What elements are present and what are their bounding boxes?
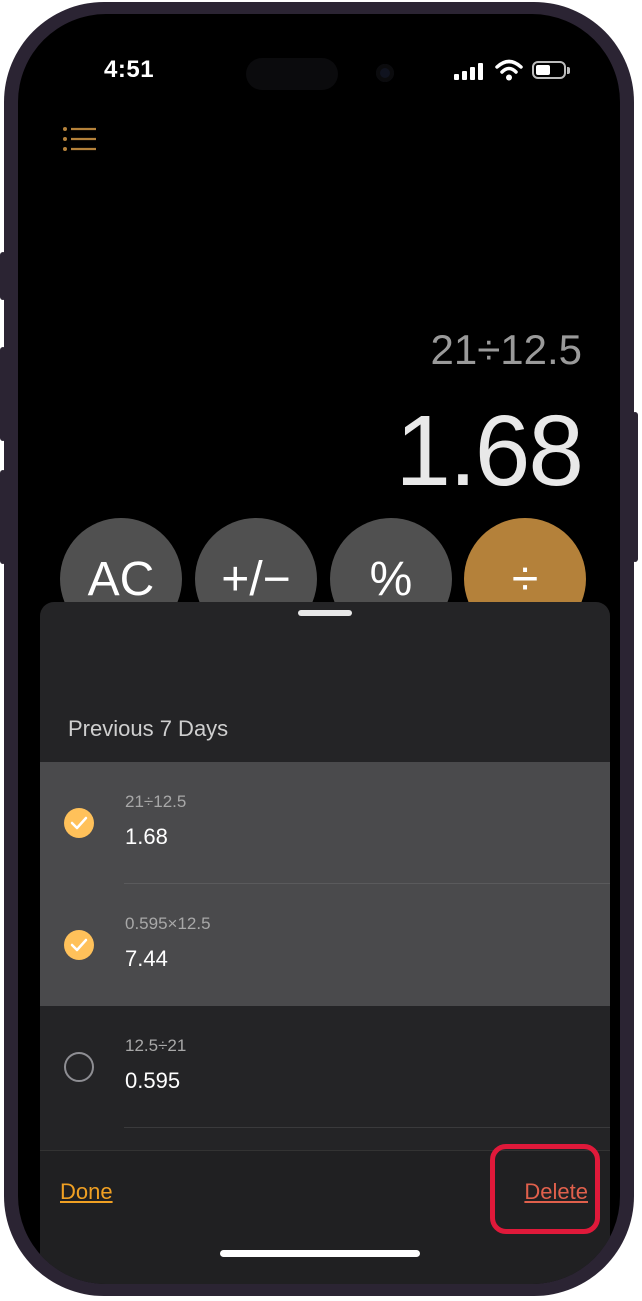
display-result: 1.68 [395, 395, 584, 507]
volume-down-button [0, 470, 6, 564]
history-item-expression: 0.595×12.5 [125, 914, 211, 933]
history-item-value: 0.595 [125, 1068, 181, 1093]
section-title: Previous 7 Days [68, 716, 229, 741]
dynamic-island [246, 58, 338, 90]
history-item[interactable]: 0.595×12.5 7.44 [40, 884, 610, 1006]
cellular-signal-icon [454, 62, 484, 80]
sheet-grabber[interactable] [298, 610, 352, 616]
action-button [0, 252, 6, 300]
status-bar: 4:51 [18, 14, 620, 124]
checkmark-selected-icon[interactable] [64, 808, 94, 838]
battery-icon [532, 61, 570, 79]
row-divider [124, 1127, 610, 1128]
volume-up-button [0, 347, 6, 441]
power-button [632, 412, 638, 562]
screen: 4:51 21÷12.5 1.68 AC +/− % ÷ Previous 7 … [18, 14, 620, 1284]
checkmark-empty-icon[interactable] [64, 1052, 94, 1082]
history-item-value: 1.68 [125, 824, 168, 849]
wifi-icon [495, 59, 523, 81]
history-item[interactable]: 12.5÷21 0.595 [40, 1006, 610, 1128]
display-expression: 21÷12.5 [430, 326, 582, 373]
camera-icon [376, 64, 394, 82]
home-indicator[interactable] [220, 1250, 420, 1257]
battery-level [536, 65, 550, 75]
history-item-expression: 12.5÷21 [125, 1036, 187, 1055]
history-list-icon[interactable] [62, 126, 98, 154]
history-item-expression: 21÷12.5 [125, 792, 187, 811]
status-time: 4:51 [104, 56, 155, 83]
checkmark-selected-icon[interactable] [64, 930, 94, 960]
phone-frame: 4:51 21÷12.5 1.68 AC +/− % ÷ Previous 7 … [0, 2, 638, 1296]
done-button[interactable]: Done [60, 1179, 113, 1205]
history-item[interactable]: 21÷12.5 1.68 [40, 762, 610, 884]
delete-highlight-annotation [490, 1144, 600, 1234]
history-item-value: 7.44 [125, 946, 168, 971]
